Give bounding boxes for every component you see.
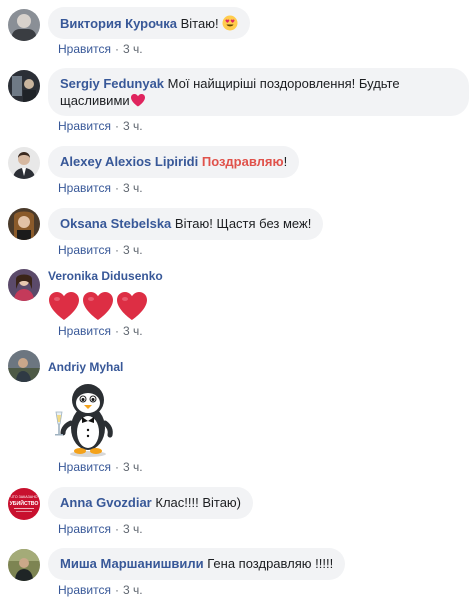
comment-text: Вітаю! Щастя без меж!	[174, 216, 312, 231]
comment-meta: Нравится · 3 ч.	[58, 460, 143, 474]
comment-meta: Нравится · 3 ч.	[58, 181, 143, 195]
comment-text: Гена поздравляю !!!!!	[207, 556, 334, 571]
comment-bubble: Anna Gvozdiar Клас!!!! Вітаю)	[48, 487, 253, 519]
timestamp[interactable]: 3 ч.	[123, 243, 143, 257]
comment-meta: Нравится · 3 ч.	[58, 583, 143, 597]
comment-bubble: Sergiy Fedunyak Мої найщиріші поздоровле…	[48, 68, 469, 116]
avatar-caption-line-2: УБИЙСТВО	[10, 499, 39, 507]
heart-eyes-icon	[222, 15, 238, 31]
avatar[interactable]	[8, 70, 40, 102]
avatar[interactable]	[8, 269, 40, 301]
comment-meta: Нравится · 3 ч.	[58, 522, 143, 536]
timestamp[interactable]: 3 ч.	[123, 42, 143, 56]
red-heart-icon	[130, 92, 146, 108]
author-name[interactable]: Anna Gvozdiar	[60, 495, 152, 510]
avatar[interactable]: ЧТО ЗАКАЗАНО УБИЙСТВО	[8, 488, 40, 520]
like-link[interactable]: Нравится	[58, 460, 111, 474]
red-heart-icon	[117, 292, 147, 320]
timestamp[interactable]: 3 ч.	[123, 181, 143, 195]
three-red-hearts	[48, 290, 152, 325]
red-heart-icon	[83, 292, 113, 320]
timestamp[interactable]: 3 ч.	[123, 324, 143, 338]
comment-meta: Нравится · 3 ч.	[58, 42, 143, 56]
author-name[interactable]: Sergiy Fedunyak	[60, 76, 164, 91]
comment-text: Вітаю!	[180, 16, 219, 31]
like-link[interactable]: Нравится	[58, 119, 111, 133]
comment-text: Клас!!!! Вітаю)	[155, 495, 241, 510]
comment-bubble: Виктория Курочка Вітаю!	[48, 7, 251, 39]
avatar[interactable]	[8, 350, 40, 382]
author-name[interactable]: Andriy Myhal	[48, 360, 123, 374]
avatar[interactable]	[8, 147, 40, 179]
like-link[interactable]: Нравится	[58, 583, 111, 597]
comment-meta: Нравится · 3 ч.	[58, 324, 143, 338]
author-name[interactable]: Alexey Alexios Lipiridi	[60, 154, 198, 169]
comment-bubble: Oksana Stebelska Вітаю! Щастя без меж!	[48, 208, 324, 240]
timestamp[interactable]: 3 ч.	[123, 522, 143, 536]
comment-text: Поздравляю	[201, 154, 284, 169]
red-heart-icon	[49, 292, 79, 320]
like-link[interactable]: Нравится	[58, 324, 111, 338]
avatar[interactable]	[8, 208, 40, 240]
like-link[interactable]: Нравится	[58, 243, 111, 257]
like-link[interactable]: Нравится	[58, 522, 111, 536]
comment-text: Мої найщиріші поздоровлення! Будьте	[167, 76, 400, 91]
author-name[interactable]: Veronika Didusenko	[48, 269, 163, 283]
comment-meta: Нравится · 3 ч.	[58, 119, 143, 133]
author-name[interactable]: Виктория Курочка	[60, 16, 177, 31]
comment-bubble: Alexey Alexios Lipiridi Поздравляю!	[48, 146, 300, 178]
like-link[interactable]: Нравится	[58, 42, 111, 56]
avatar[interactable]	[8, 549, 40, 581]
timestamp[interactable]: 3 ч.	[123, 460, 143, 474]
avatar[interactable]	[8, 9, 40, 41]
comment-bubble: Миша Маршанишвили Гена поздравляю !!!!!	[48, 548, 346, 580]
timestamp[interactable]: 3 ч.	[123, 119, 143, 133]
comment-text-line-2: щасливими	[60, 93, 130, 108]
avatar-caption-line-1: ЧТО ЗАКАЗАНО	[10, 495, 37, 499]
comment-meta: Нравится · 3 ч.	[58, 243, 143, 257]
penguin-champagne-sticker	[52, 378, 116, 461]
like-link[interactable]: Нравится	[58, 181, 111, 195]
author-name[interactable]: Миша Маршанишвили	[60, 556, 204, 571]
author-name[interactable]: Oksana Stebelska	[60, 216, 171, 231]
timestamp[interactable]: 3 ч.	[123, 583, 143, 597]
comment-text-suffix: !	[283, 154, 288, 169]
